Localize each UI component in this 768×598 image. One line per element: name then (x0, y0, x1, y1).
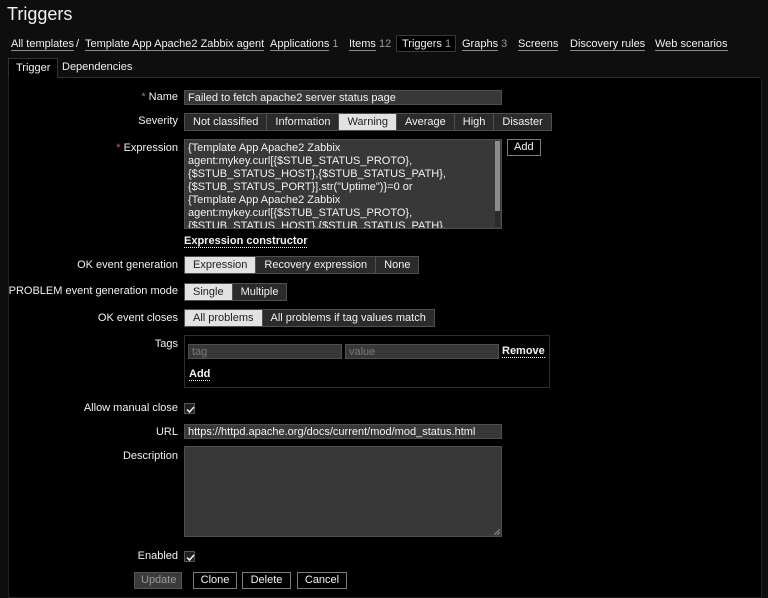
description-textarea[interactable] (184, 446, 502, 537)
nav-graphs[interactable]: Graphs 3 (462, 38, 507, 51)
tag-add-link[interactable]: Add (189, 368, 211, 381)
severity-selector: Not classified Information Warning Avera… (184, 113, 552, 131)
ok-gen-recovery-expression[interactable]: Recovery expression (256, 257, 377, 273)
tags-table: tag value Remove Add (184, 335, 550, 388)
page-title: Triggers (7, 4, 73, 24)
ok-event-generation-selector: Expression Recovery expression None (184, 256, 420, 274)
update-button[interactable]: Update (134, 572, 182, 589)
severity-average[interactable]: Average (397, 114, 455, 130)
expression-add-button[interactable]: Add (507, 139, 541, 156)
delete-button[interactable]: Delete (242, 572, 291, 589)
checkmark-icon (186, 554, 195, 562)
allow-manual-close-checkbox[interactable] (184, 403, 195, 414)
expression-textarea[interactable]: {Template App Apache2 Zabbix agent:mykey… (184, 139, 502, 229)
enabled-checkbox[interactable] (184, 551, 195, 562)
allow-manual-close-label: Allow manual close (83, 402, 178, 414)
tags-label: Tags (154, 338, 178, 350)
problem-mode-label: PROBLEM event generation mode (8, 285, 178, 297)
nav-applications[interactable]: Applications 1 (270, 38, 339, 51)
enabled-label: Enabled (137, 550, 178, 562)
url-label: URL (155, 426, 178, 438)
severity-not-classified[interactable]: Not classified (185, 114, 268, 130)
ok-closes-all-problems[interactable]: All problems (185, 310, 263, 326)
problem-mode-multiple[interactable]: Multiple (232, 284, 287, 300)
severity-disaster[interactable]: Disaster (494, 114, 551, 130)
breadcrumb-all-templates[interactable]: All templates (11, 38, 74, 51)
nav-items[interactable]: Items 12 (349, 38, 391, 51)
breadcrumb: All templates / Template App Apache2 Zab… (0, 35, 768, 53)
tag-remove-link[interactable]: Remove (502, 345, 545, 358)
ok-gen-none[interactable]: None (376, 257, 419, 273)
expression-constructor-link[interactable]: Expression constructor (184, 235, 308, 248)
nav-triggers[interactable]: Triggers 1 (402, 38, 451, 50)
ok-event-generation-label: OK event generation (77, 259, 178, 271)
nav-screens[interactable]: Screens (518, 38, 559, 51)
severity-warning[interactable]: Warning (339, 114, 398, 130)
description-label: Description (122, 450, 178, 462)
expression-text: {Template App Apache2 Zabbix agent:mykey… (188, 142, 446, 229)
tab-dependencies[interactable]: Dependencies (55, 58, 139, 76)
nav-web-scenarios[interactable]: Web scenarios (655, 38, 728, 51)
problem-mode-single[interactable]: Single (185, 284, 233, 300)
cancel-button[interactable]: Cancel (297, 572, 347, 589)
ok-closes-tag-match[interactable]: All problems if tag values match (262, 310, 434, 326)
problem-mode-selector: Single Multiple (184, 283, 288, 301)
severity-high[interactable]: High (454, 114, 495, 130)
clone-button[interactable]: Clone (193, 572, 237, 589)
checkmark-icon (186, 406, 195, 414)
severity-label: Severity (138, 115, 178, 127)
tag-name-input[interactable]: tag (188, 344, 342, 359)
url-input[interactable]: https://httpd.apache.org/docs/current/mo… (184, 424, 502, 439)
ok-gen-expression[interactable]: Expression (185, 257, 257, 273)
breadcrumb-separator: / (76, 38, 80, 50)
ok-event-closes-selector: All problems All problems if tag values … (184, 309, 435, 327)
expression-label: * Expression (116, 142, 178, 154)
name-input[interactable]: Failed to fetch apache2 server status pa… (184, 90, 502, 105)
nav-discovery-rules[interactable]: Discovery rules (570, 38, 646, 51)
severity-information[interactable]: Information (267, 114, 340, 130)
expression-scrollbar[interactable] (495, 141, 500, 227)
form-tabs: Trigger Dependencies (8, 57, 760, 78)
name-label: * Name (141, 91, 178, 103)
tag-value-input[interactable]: value (345, 344, 499, 359)
resize-grip-icon[interactable] (494, 529, 500, 535)
breadcrumb-template[interactable]: Template App Apache2 Zabbix agent (85, 38, 265, 51)
tab-trigger[interactable]: Trigger (8, 58, 59, 78)
trigger-form: * Name Failed to fetch apache2 server st… (8, 78, 762, 598)
ok-event-closes-label: OK event closes (97, 312, 178, 324)
